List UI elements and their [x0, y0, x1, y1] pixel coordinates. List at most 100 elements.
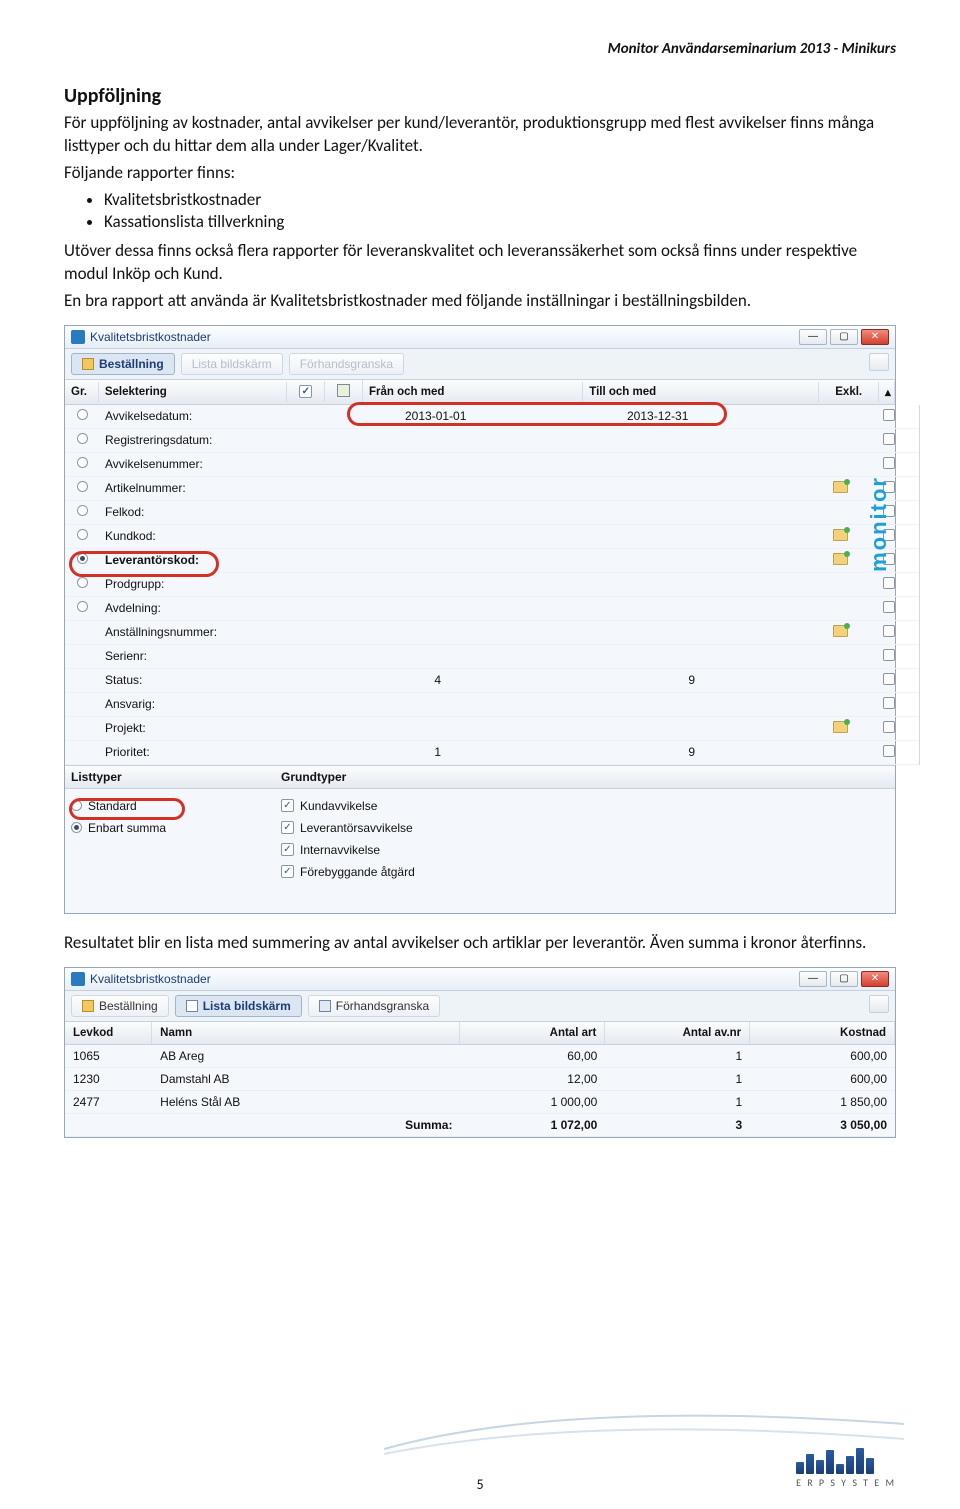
col-icon [325, 380, 363, 404]
form-icon [82, 1000, 94, 1012]
lookup-icon[interactable] [833, 481, 848, 493]
exkl-checkbox[interactable] [883, 457, 895, 469]
grundtype-option[interactable]: Förebyggande åtgärd [281, 861, 415, 883]
bullet-list: Kvalitetsbristkostnader Kassationslista … [104, 189, 896, 232]
tab-label: Beställning [99, 357, 164, 371]
listtype-option[interactable]: Standard [71, 795, 221, 817]
col-antal-art: Antal art [460, 1022, 605, 1044]
exkl-checkbox[interactable] [883, 433, 895, 445]
selection-label: Status: [99, 673, 323, 687]
sum-art: 1 072,00 [460, 1114, 605, 1136]
result-grid-header: Levkod Namn Antal art Antal av.nr Kostna… [65, 1022, 895, 1045]
tab-lista-bildskarm[interactable]: Lista bildskärm [181, 353, 283, 375]
from-value[interactable]: 4 [399, 673, 621, 687]
to-value[interactable]: 2013-12-31 [627, 409, 815, 423]
radio[interactable] [71, 822, 82, 833]
cell-av: 1 [605, 1091, 750, 1113]
radio[interactable] [77, 529, 88, 540]
exkl-checkbox[interactable] [883, 601, 895, 613]
selection-row: Avvikelsenummer: [65, 453, 919, 477]
tab-lista-bildskarm[interactable]: Lista bildskärm [175, 995, 302, 1017]
exkl-checkbox[interactable] [883, 409, 895, 421]
to-value[interactable]: 9 [627, 673, 815, 687]
radio[interactable] [77, 505, 88, 516]
radio[interactable] [77, 577, 88, 588]
selection-row: Serienr: [65, 645, 919, 669]
exkl-checkbox[interactable] [883, 625, 895, 637]
window-kvalitetsbristkostnader-result: Kvalitetsbristkostnader — ▢ ✕ Beställnin… [64, 967, 896, 1138]
selection-row: Leverantörskod: [65, 549, 919, 573]
selection-row: Ansvarig: [65, 693, 919, 717]
vertical-scrollbar[interactable] [919, 405, 920, 765]
lookup-icon[interactable] [833, 721, 848, 733]
exkl-checkbox[interactable] [883, 745, 895, 757]
col-antal-avnr: Antal av.nr [605, 1022, 750, 1044]
exkl-checkbox[interactable] [883, 721, 895, 733]
grundtype-option[interactable]: Kundavvikelse [281, 795, 415, 817]
paragraph-intro: För uppföljning av kostnader, antal avvi… [64, 112, 896, 158]
paragraph-utover: Utöver dessa finns också flera rapporter… [64, 240, 896, 286]
col-fran: Från och med [363, 382, 583, 402]
checkbox[interactable] [281, 843, 294, 856]
close-button[interactable]: ✕ [861, 971, 889, 987]
col-checkbox [287, 381, 325, 402]
toolbar-options-button[interactable] [869, 995, 889, 1013]
radio[interactable] [77, 553, 88, 564]
selection-row: Anställningsnummer: [65, 621, 919, 645]
tab-bestallning[interactable]: Beställning [71, 995, 169, 1017]
exkl-checkbox[interactable] [883, 673, 895, 685]
to-value[interactable]: 9 [627, 745, 815, 759]
selection-label: Serienr: [99, 649, 323, 663]
radio[interactable] [77, 601, 88, 612]
window-kvalitetsbristkostnader-settings: Kvalitetsbristkostnader — ▢ ✕ Beställnin… [64, 325, 896, 914]
exkl-checkbox[interactable] [883, 649, 895, 661]
bullet-item: Kassationslista tillverkning [104, 211, 896, 232]
grundtype-option[interactable]: Internavvikelse [281, 839, 415, 861]
toolbar-options-button[interactable] [869, 353, 889, 371]
paragraph-enbra: En bra rapport att använda är Kvalitetsb… [64, 290, 896, 313]
bullet-item: Kvalitetsbristkostnader [104, 189, 896, 210]
exkl-checkbox[interactable] [883, 577, 895, 589]
minimize-button[interactable]: — [799, 329, 827, 345]
titlebar: Kvalitetsbristkostnader — ▢ ✕ [65, 326, 895, 349]
maximize-button[interactable]: ▢ [830, 971, 858, 987]
radio[interactable] [71, 800, 82, 811]
minimize-button[interactable]: — [799, 971, 827, 987]
header-checkbox[interactable] [299, 385, 312, 398]
lookup-icon[interactable] [833, 625, 848, 637]
option-label: Internavvikelse [300, 843, 380, 857]
tab-bestallning[interactable]: Beställning [71, 353, 175, 375]
selection-row: Felkod: [65, 501, 919, 525]
listtype-option[interactable]: Enbart summa [71, 817, 221, 839]
col-levkod: Levkod [65, 1022, 152, 1044]
result-row: 1230Damstahl AB12,001600,00 [65, 1068, 895, 1091]
checkbox[interactable] [281, 821, 294, 834]
radio[interactable] [77, 457, 88, 468]
radio[interactable] [77, 433, 88, 444]
exkl-checkbox[interactable] [883, 697, 895, 709]
radio[interactable] [77, 409, 88, 420]
lookup-icon[interactable] [833, 529, 848, 541]
cell-lev: 1230 [65, 1068, 152, 1090]
grundtyper-column: KundavvikelseLeverantörsavvikelse Interna… [281, 795, 415, 883]
selection-row: Projekt: [65, 717, 919, 741]
section-heading-uppfoljning: Uppföljning [64, 84, 896, 108]
col-selektering: Selektering [99, 382, 288, 402]
col-gr: Gr. [65, 382, 99, 402]
close-button[interactable]: ✕ [861, 329, 889, 345]
cell-namn: Heléns Stål AB [152, 1091, 460, 1113]
maximize-button[interactable]: ▢ [830, 329, 858, 345]
cell-kost: 600,00 [750, 1045, 895, 1067]
tab-forhandsgranska[interactable]: Förhandsgranska [289, 353, 404, 375]
checkbox[interactable] [281, 799, 294, 812]
selection-row: Avdelning: [65, 597, 919, 621]
result-sum-row: Summa: 1 072,00 3 3 050,00 [65, 1114, 895, 1137]
from-value[interactable]: 2013-01-01 [399, 409, 621, 423]
grundtype-option[interactable]: Leverantörsavvikelse [281, 817, 415, 839]
selection-row: Avvikelsedatum:2013-01-012013-12-31 [65, 405, 919, 429]
radio[interactable] [77, 481, 88, 492]
checkbox[interactable] [281, 865, 294, 878]
from-value[interactable]: 1 [399, 745, 621, 759]
lookup-icon[interactable] [833, 553, 848, 565]
tab-forhandsgranska[interactable]: Förhandsgranska [308, 995, 440, 1017]
